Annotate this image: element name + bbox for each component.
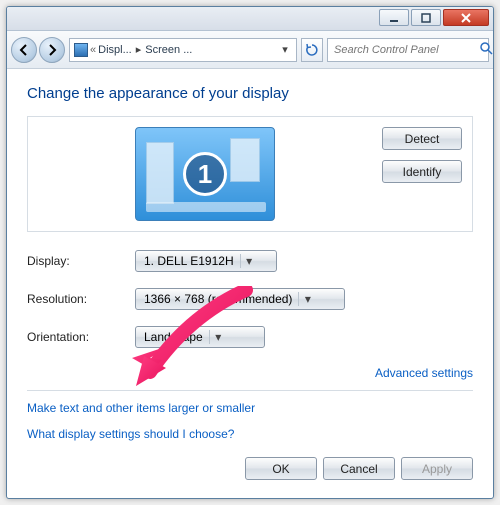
- breadcrumb-prefix: «: [90, 44, 96, 56]
- search-input[interactable]: [332, 43, 479, 57]
- chevron-down-icon: ▾: [209, 330, 223, 344]
- apply-button[interactable]: Apply: [401, 457, 473, 480]
- nav-back-button[interactable]: [11, 37, 37, 63]
- chevron-down-icon: ▾: [298, 292, 312, 306]
- identify-button[interactable]: Identify: [382, 160, 462, 183]
- display-value: 1. DELL E1912H: [144, 254, 234, 268]
- display-dropdown[interactable]: 1. DELL E1912H ▾: [135, 250, 277, 272]
- display-label: Display:: [27, 254, 135, 268]
- nav-forward-button[interactable]: [39, 37, 65, 63]
- close-button[interactable]: [443, 9, 489, 26]
- page-title: Change the appearance of your display: [27, 85, 473, 102]
- chevron-right-icon: ▸: [134, 43, 144, 56]
- control-panel-window: « Displ... ▸ Screen ... ▾ Change the app…: [6, 6, 494, 499]
- chevron-down-icon: ▾: [240, 254, 254, 268]
- resolution-value: 1366 × 768 (recommended): [144, 292, 292, 306]
- breadcrumb-dropdown[interactable]: ▾: [278, 43, 292, 56]
- monitor-deco: [146, 202, 266, 212]
- display-form: Display: 1. DELL E1912H ▾ Resolution: 13…: [27, 250, 473, 348]
- control-panel-icon: [74, 43, 88, 57]
- monitor-deco: [146, 142, 174, 204]
- navbar: « Displ... ▸ Screen ... ▾: [7, 31, 493, 69]
- search-icon: [479, 41, 493, 58]
- advanced-settings-link[interactable]: Advanced settings: [375, 366, 473, 380]
- help-link[interactable]: What display settings should I choose?: [27, 427, 473, 441]
- monitor-deco: [230, 138, 260, 182]
- cancel-button[interactable]: Cancel: [323, 457, 395, 480]
- breadcrumb-seg-1[interactable]: Displ...: [98, 44, 132, 56]
- text-size-link[interactable]: Make text and other items larger or smal…: [27, 401, 473, 415]
- ok-button[interactable]: OK: [245, 457, 317, 480]
- titlebar: [7, 7, 493, 31]
- minimize-button[interactable]: [379, 9, 409, 26]
- content-pane: Change the appearance of your display 1 …: [7, 69, 493, 490]
- maximize-button[interactable]: [411, 9, 441, 26]
- detect-button[interactable]: Detect: [382, 127, 462, 150]
- orientation-dropdown[interactable]: Landscape ▾: [135, 326, 265, 348]
- separator: [27, 390, 473, 391]
- resolution-dropdown[interactable]: 1366 × 768 (recommended) ▾: [135, 288, 345, 310]
- breadcrumb[interactable]: « Displ... ▸ Screen ... ▾: [69, 38, 297, 62]
- search-box[interactable]: [327, 38, 489, 62]
- monitor-thumbnail[interactable]: 1: [135, 127, 275, 221]
- refresh-button[interactable]: [301, 38, 323, 62]
- orientation-value: Landscape: [144, 330, 203, 344]
- resolution-label: Resolution:: [27, 292, 135, 306]
- breadcrumb-seg-2[interactable]: Screen ...: [145, 44, 192, 56]
- orientation-label: Orientation:: [27, 330, 135, 344]
- display-preview-box: 1 Detect Identify: [27, 116, 473, 232]
- monitor-number: 1: [183, 152, 227, 196]
